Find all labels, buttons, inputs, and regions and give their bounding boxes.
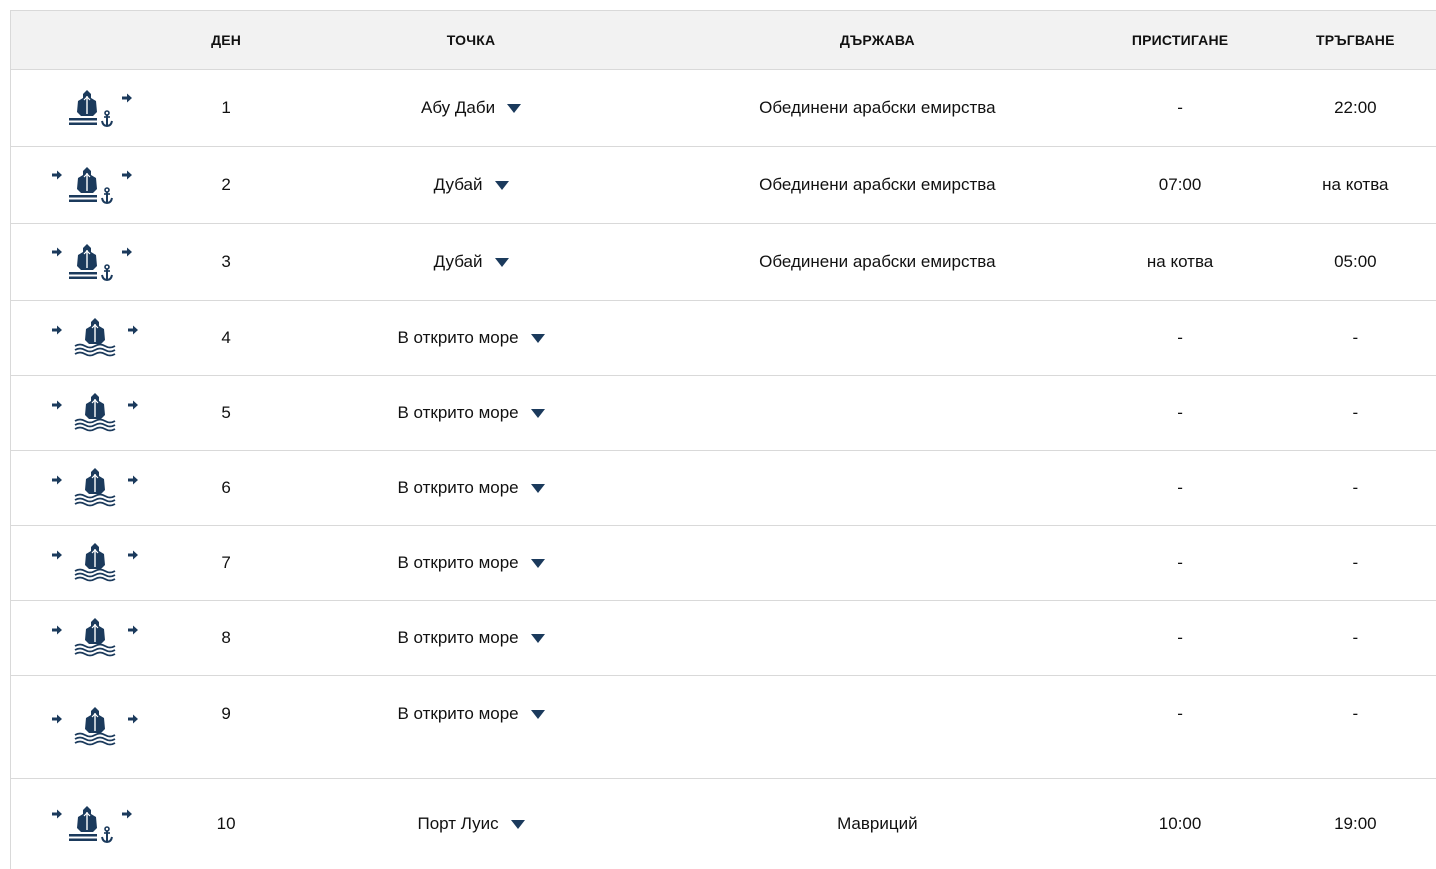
day-cell: 6 bbox=[221, 478, 231, 497]
point-label[interactable]: В открито море bbox=[397, 328, 518, 348]
point-label[interactable]: Абу Даби bbox=[421, 98, 495, 118]
table-row: 3 Дубай Обединени арабски емирства на котва… bbox=[11, 224, 1436, 301]
day-cell: 3 bbox=[221, 252, 231, 271]
sea-icon bbox=[11, 615, 178, 661]
country-cell: Обединени арабски емирства bbox=[759, 252, 996, 271]
point-cell[interactable]: Абу Даби bbox=[274, 98, 668, 118]
table-row: 7 В открито море - - bbox=[11, 526, 1436, 601]
point-label[interactable]: Дубай bbox=[434, 175, 483, 195]
table-row: 2 Дубай Обединени арабски емирства 07:00 на … bbox=[11, 147, 1436, 224]
header-departure: ТРЪГВАНЕ bbox=[1316, 32, 1395, 48]
sea-icon bbox=[11, 704, 178, 750]
header-arrival: ПРИСТИГАНЕ bbox=[1131, 32, 1229, 48]
table-row: 6 В открито море - - bbox=[11, 451, 1436, 526]
table-row: 5 В открито море - - bbox=[11, 376, 1436, 451]
header-country: ДЪРЖАВА bbox=[839, 32, 915, 48]
header-day: ДЕН bbox=[211, 32, 242, 48]
sea-icon bbox=[11, 315, 178, 361]
day-cell: 1 bbox=[221, 98, 231, 117]
point-cell[interactable]: В открито море bbox=[274, 478, 668, 498]
point-cell[interactable]: Дубай bbox=[274, 175, 668, 195]
departure-cell: 05:00 bbox=[1334, 252, 1377, 271]
point-label[interactable]: В открито море bbox=[397, 628, 518, 648]
port-start-icon bbox=[11, 85, 178, 131]
caret-down-icon[interactable] bbox=[530, 709, 545, 719]
departure-cell: 22:00 bbox=[1334, 98, 1377, 117]
point-cell[interactable]: Дубай bbox=[274, 252, 668, 272]
point-cell[interactable]: В открито море bbox=[274, 328, 668, 348]
arrival-cell: - bbox=[1177, 328, 1183, 347]
table-row: 10 Порт Луис Мавриций 10:00 19:00 bbox=[11, 779, 1436, 869]
port-icon bbox=[11, 162, 178, 208]
table-row: 8 В открито море - - bbox=[11, 601, 1436, 676]
caret-down-icon[interactable] bbox=[494, 257, 509, 267]
point-cell[interactable]: В открито море bbox=[274, 628, 668, 648]
table-row: 9 В открито море - - bbox=[11, 676, 1436, 779]
day-cell: 7 bbox=[221, 553, 231, 572]
day-cell: 4 bbox=[221, 328, 231, 347]
day-cell: 10 bbox=[216, 814, 236, 833]
point-label[interactable]: В открито море bbox=[397, 553, 518, 573]
caret-down-icon[interactable] bbox=[530, 333, 545, 343]
point-cell[interactable]: В открито море bbox=[274, 553, 668, 573]
departure-cell: - bbox=[1352, 403, 1359, 422]
arrival-cell: 10:00 bbox=[1158, 814, 1202, 833]
departure-cell: - bbox=[1352, 628, 1359, 647]
caret-down-icon[interactable] bbox=[494, 180, 509, 190]
departure-cell: - bbox=[1352, 704, 1359, 723]
point-cell[interactable]: Порт Луис bbox=[274, 814, 668, 834]
day-cell: 5 bbox=[221, 403, 231, 422]
sea-icon bbox=[11, 540, 178, 586]
caret-down-icon[interactable] bbox=[530, 633, 545, 643]
port-icon bbox=[11, 239, 178, 285]
arrival-cell: - bbox=[1177, 628, 1183, 647]
point-label[interactable]: В открито море bbox=[397, 403, 518, 423]
departure-cell: - bbox=[1352, 478, 1359, 497]
departure-cell: - bbox=[1352, 553, 1359, 572]
day-cell: 9 bbox=[221, 704, 231, 723]
arrival-cell: - bbox=[1177, 704, 1183, 723]
table-header: ДЕН ТОЧКА ДЪРЖАВА ПРИСТИГАНЕ ТРЪГВАНЕ bbox=[11, 11, 1436, 70]
table-row: 1 Абу Даби Обединени арабски емирства - 22:0… bbox=[11, 70, 1436, 147]
arrival-cell: - bbox=[1177, 553, 1183, 572]
caret-down-icon[interactable] bbox=[530, 558, 545, 568]
arrival-cell: - bbox=[1177, 478, 1183, 497]
country-cell: Обединени арабски емирства bbox=[759, 98, 996, 117]
point-cell[interactable]: В открито море bbox=[274, 704, 668, 724]
arrival-cell: - bbox=[1177, 98, 1183, 117]
header-point: ТОЧКА bbox=[446, 32, 496, 48]
port-icon bbox=[11, 801, 178, 847]
departure-cell: - bbox=[1352, 328, 1359, 347]
sea-icon bbox=[11, 465, 178, 511]
point-label[interactable]: В открито море bbox=[397, 704, 518, 724]
departure-cell: на котва bbox=[1322, 175, 1389, 194]
arrival-cell: - bbox=[1177, 403, 1183, 422]
sea-icon bbox=[11, 390, 178, 436]
arrival-cell: 07:00 bbox=[1158, 175, 1202, 194]
caret-down-icon[interactable] bbox=[510, 819, 525, 829]
itinerary-table: ДЕН ТОЧКА ДЪРЖАВА ПРИСТИГАНЕ ТРЪГВАНЕ 1 А… bbox=[10, 10, 1436, 869]
table-row: 4 В открито море - - bbox=[11, 301, 1436, 376]
departure-cell: 19:00 bbox=[1334, 814, 1377, 833]
day-cell: 8 bbox=[221, 628, 231, 647]
point-cell[interactable]: В открито море bbox=[274, 403, 668, 423]
arrival-cell: на котва bbox=[1146, 252, 1214, 271]
point-label[interactable]: Дубай bbox=[434, 252, 483, 272]
caret-down-icon[interactable] bbox=[530, 408, 545, 418]
table-body: 1 Абу Даби Обединени арабски емирства - 22:0… bbox=[11, 70, 1436, 869]
point-label[interactable]: В открито море bbox=[397, 478, 518, 498]
caret-down-icon[interactable] bbox=[530, 483, 545, 493]
caret-down-icon[interactable] bbox=[507, 103, 522, 113]
country-cell: Мавриций bbox=[837, 814, 918, 833]
point-label[interactable]: Порт Луис bbox=[418, 814, 499, 834]
country-cell: Обединени арабски емирства bbox=[759, 175, 996, 194]
day-cell: 2 bbox=[221, 175, 231, 194]
